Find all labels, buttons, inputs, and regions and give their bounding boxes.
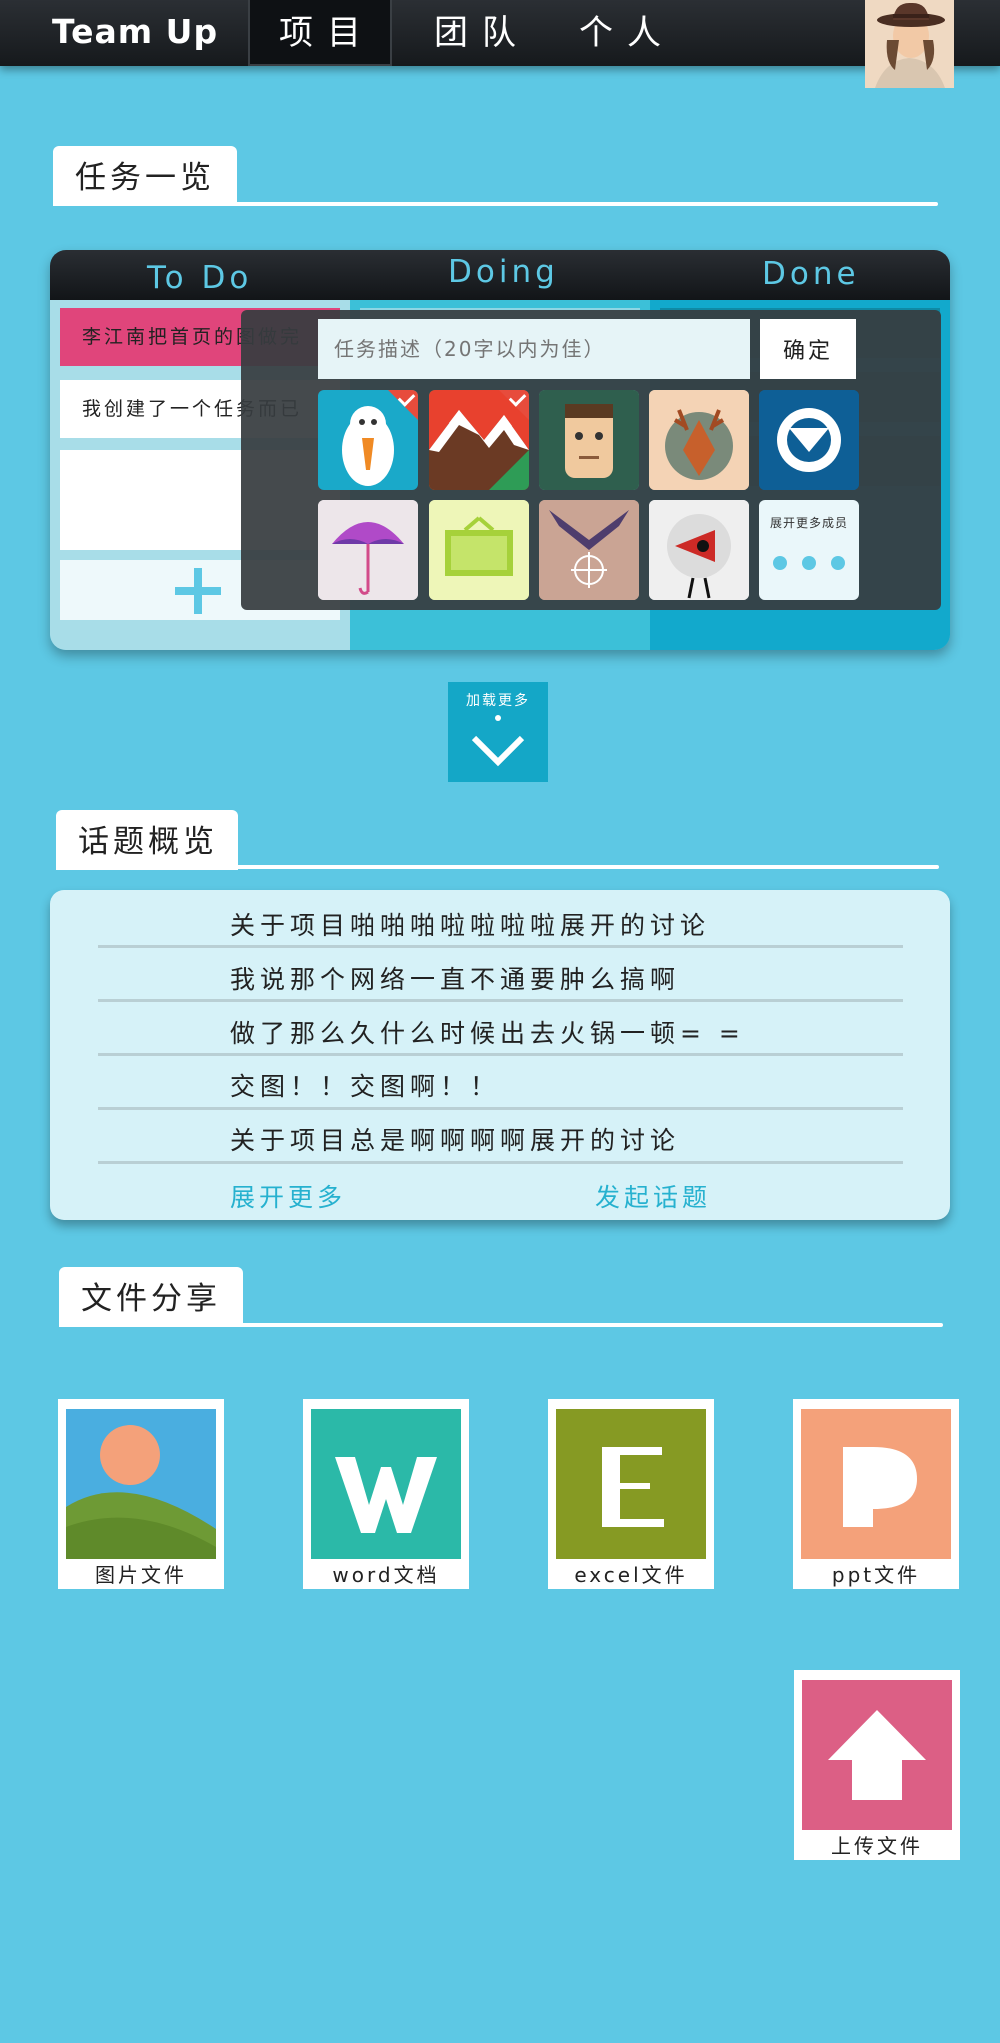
member-avatar[interactable] [649, 500, 749, 600]
member-avatar[interactable] [759, 390, 859, 490]
task-description-input[interactable] [318, 319, 750, 379]
file-label: excel文件 [574, 1563, 688, 1587]
tasks-section-divider [53, 202, 938, 206]
file-label: word文档 [332, 1563, 440, 1587]
member-avatar[interactable] [429, 390, 529, 490]
load-more-button[interactable]: 加载更多 [448, 682, 548, 782]
top-navigation-bar: Team Up 项目 团队 个人 [0, 0, 1000, 66]
word-file-tile[interactable]: word文档 [303, 1399, 469, 1589]
member-avatar[interactable] [539, 500, 639, 600]
ppt-file-icon [801, 1409, 951, 1559]
nav-tab-projects[interactable]: 项目 [248, 0, 392, 66]
files-section-divider [59, 1323, 943, 1327]
tasks-section-title: 任务一览 [53, 146, 237, 206]
member-avatar[interactable] [318, 500, 418, 600]
more-dot-icon [831, 556, 845, 570]
user-avatar[interactable] [865, 0, 954, 88]
file-label: 图片文件 [95, 1563, 187, 1587]
excel-file-tile[interactable]: excel文件 [548, 1399, 714, 1589]
topic-item[interactable]: 做了那么久什么时候出去火锅一顿= = [230, 1014, 745, 1050]
more-dot-icon [802, 556, 816, 570]
word-file-icon [311, 1409, 461, 1559]
member-avatar[interactable] [649, 390, 749, 490]
topic-item[interactable]: 交图！！交图啊！！ [230, 1067, 500, 1103]
image-file-icon [66, 1409, 216, 1559]
upload-file-label: 上传文件 [831, 1834, 923, 1858]
new-task-popup: 确定 展开更多成员 [241, 310, 941, 610]
column-title-todo: To Do [147, 260, 253, 296]
brand-logo[interactable]: Team Up [52, 12, 218, 51]
upload-file-button[interactable]: 上传文件 [794, 1670, 960, 1860]
chevron-down-icon [471, 715, 525, 767]
topic-item[interactable]: 关于项目啪啪啪啦啦啦啦展开的讨论 [230, 906, 710, 942]
files-section-title: 文件分享 [59, 1267, 243, 1327]
nav-tab-personal[interactable]: 个人 [555, 0, 685, 66]
start-topic-link[interactable]: 发起话题 [595, 1178, 711, 1214]
topics-panel: 关于项目啪啪啪啦啦啦啦展开的讨论 我说那个网络一直不通要肿么搞啊 做了那么久什么… [50, 890, 950, 1220]
expand-more-members-button[interactable]: 展开更多成员 [759, 500, 859, 600]
ppt-file-tile[interactable]: ppt文件 [793, 1399, 959, 1589]
member-avatar[interactable] [539, 390, 639, 490]
confirm-button[interactable]: 确定 [760, 319, 856, 379]
topic-item[interactable]: 我说那个网络一直不通要肿么搞啊 [230, 960, 680, 996]
member-avatar[interactable] [429, 500, 529, 600]
topics-section-title: 话题概览 [56, 810, 238, 870]
column-title-doing: Doing [448, 254, 559, 290]
file-label: ppt文件 [831, 1563, 921, 1587]
expand-topics-link[interactable]: 展开更多 [230, 1178, 346, 1214]
expand-more-members-label: 展开更多成员 [769, 516, 848, 530]
topic-divider [98, 1107, 903, 1110]
more-dot-icon [773, 556, 787, 570]
image-file-tile[interactable]: 图片文件 [58, 1399, 224, 1589]
excel-file-icon [556, 1409, 706, 1559]
upload-arrow-icon [802, 1680, 952, 1830]
topic-divider [98, 1161, 903, 1164]
nav-tab-team[interactable]: 团队 [410, 0, 540, 66]
topics-section-divider [56, 865, 939, 869]
topic-item[interactable]: 关于项目总是啊啊啊啊展开的讨论 [230, 1121, 680, 1157]
load-more-label: 加载更多 [466, 693, 530, 709]
topic-divider [98, 1053, 903, 1056]
column-title-done: Done [762, 256, 860, 292]
topic-divider [98, 945, 903, 948]
plus-icon [175, 568, 221, 614]
member-avatar[interactable] [318, 390, 418, 490]
topic-divider [98, 999, 903, 1002]
